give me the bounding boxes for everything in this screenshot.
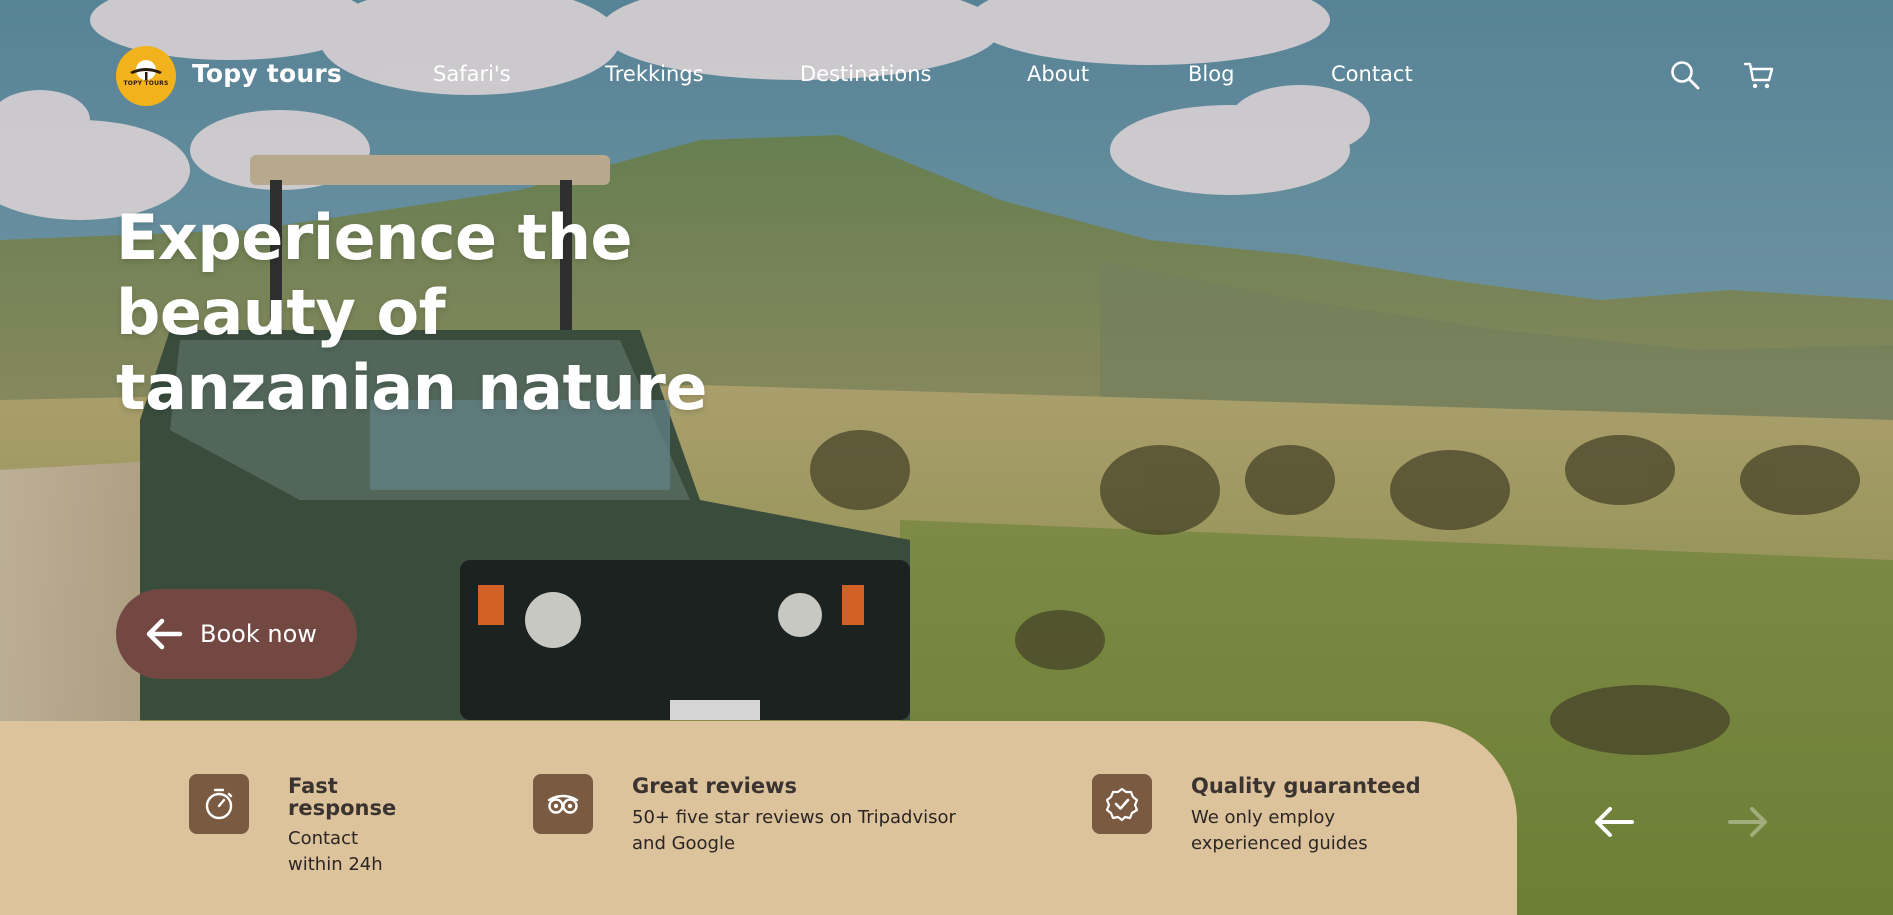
safari-tree-icon — [130, 60, 162, 80]
tripadvisor-icon — [547, 794, 579, 814]
stopwatch-icon — [205, 788, 233, 820]
feature-title-fast-response: Fast response — [288, 775, 396, 819]
feature-text-fast-response: Contact within 24h — [288, 826, 383, 878]
arrow-left-icon — [146, 618, 183, 650]
feature-title-line: Great reviews — [632, 774, 797, 798]
feature-text-line: We only employ — [1191, 807, 1336, 828]
feature-title-line: Quality guaranteed — [1191, 774, 1421, 798]
feature-text-line: within 24h — [288, 854, 383, 875]
cart-icon[interactable] — [1742, 58, 1776, 92]
hero-title-line: Experience the — [116, 201, 633, 274]
feature-text-quality-guaranteed: We only employ experienced guides — [1191, 805, 1368, 857]
nav-item-destinations[interactable]: Destinations — [800, 62, 931, 86]
logo-text: TOPY TOURS — [123, 80, 169, 87]
feature-text-great-reviews: 50+ five star reviews on Tripadvisor and… — [632, 805, 956, 857]
nav-item-blog[interactable]: Blog — [1188, 62, 1234, 86]
hero-title: Experience the beauty of tanzanian natur… — [116, 200, 736, 425]
feature-icon-box — [189, 774, 249, 834]
hero-title-line: beauty of — [116, 276, 446, 349]
nav-item-about[interactable]: About — [1027, 62, 1089, 86]
feature-title-line: Fast — [288, 774, 338, 798]
hero-title-line: tanzanian nature — [116, 351, 707, 424]
feature-text-line: 50+ five star reviews on Tripadvisor — [632, 807, 956, 828]
feature-text-line: Contact — [288, 828, 359, 849]
feature-text-line: experienced guides — [1191, 833, 1368, 854]
feature-icon-box — [1092, 774, 1152, 834]
feature-icon-box — [533, 774, 593, 834]
site-header: TOPY TOURS Topy tours Safari's Trekkings… — [0, 0, 1893, 150]
book-now-button[interactable]: Book now — [116, 589, 357, 679]
nav-item-safaris[interactable]: Safari's — [433, 62, 511, 86]
nav-item-contact[interactable]: Contact — [1331, 62, 1413, 86]
arrow-right-icon[interactable] — [1726, 800, 1770, 844]
search-icon[interactable] — [1668, 58, 1702, 92]
feature-title-great-reviews: Great reviews — [632, 775, 797, 797]
brand-name[interactable]: Topy tours — [192, 59, 342, 88]
nav-item-trekkings[interactable]: Trekkings — [605, 62, 704, 86]
feature-title-line: response — [288, 796, 397, 820]
book-now-label: Book now — [200, 620, 317, 648]
brand-logo[interactable]: TOPY TOURS — [116, 46, 176, 106]
arrow-left-icon[interactable] — [1592, 800, 1636, 844]
verified-badge-icon — [1105, 787, 1139, 822]
feature-title-quality-guaranteed: Quality guaranteed — [1191, 775, 1421, 797]
feature-text-line: and Google — [632, 833, 736, 854]
